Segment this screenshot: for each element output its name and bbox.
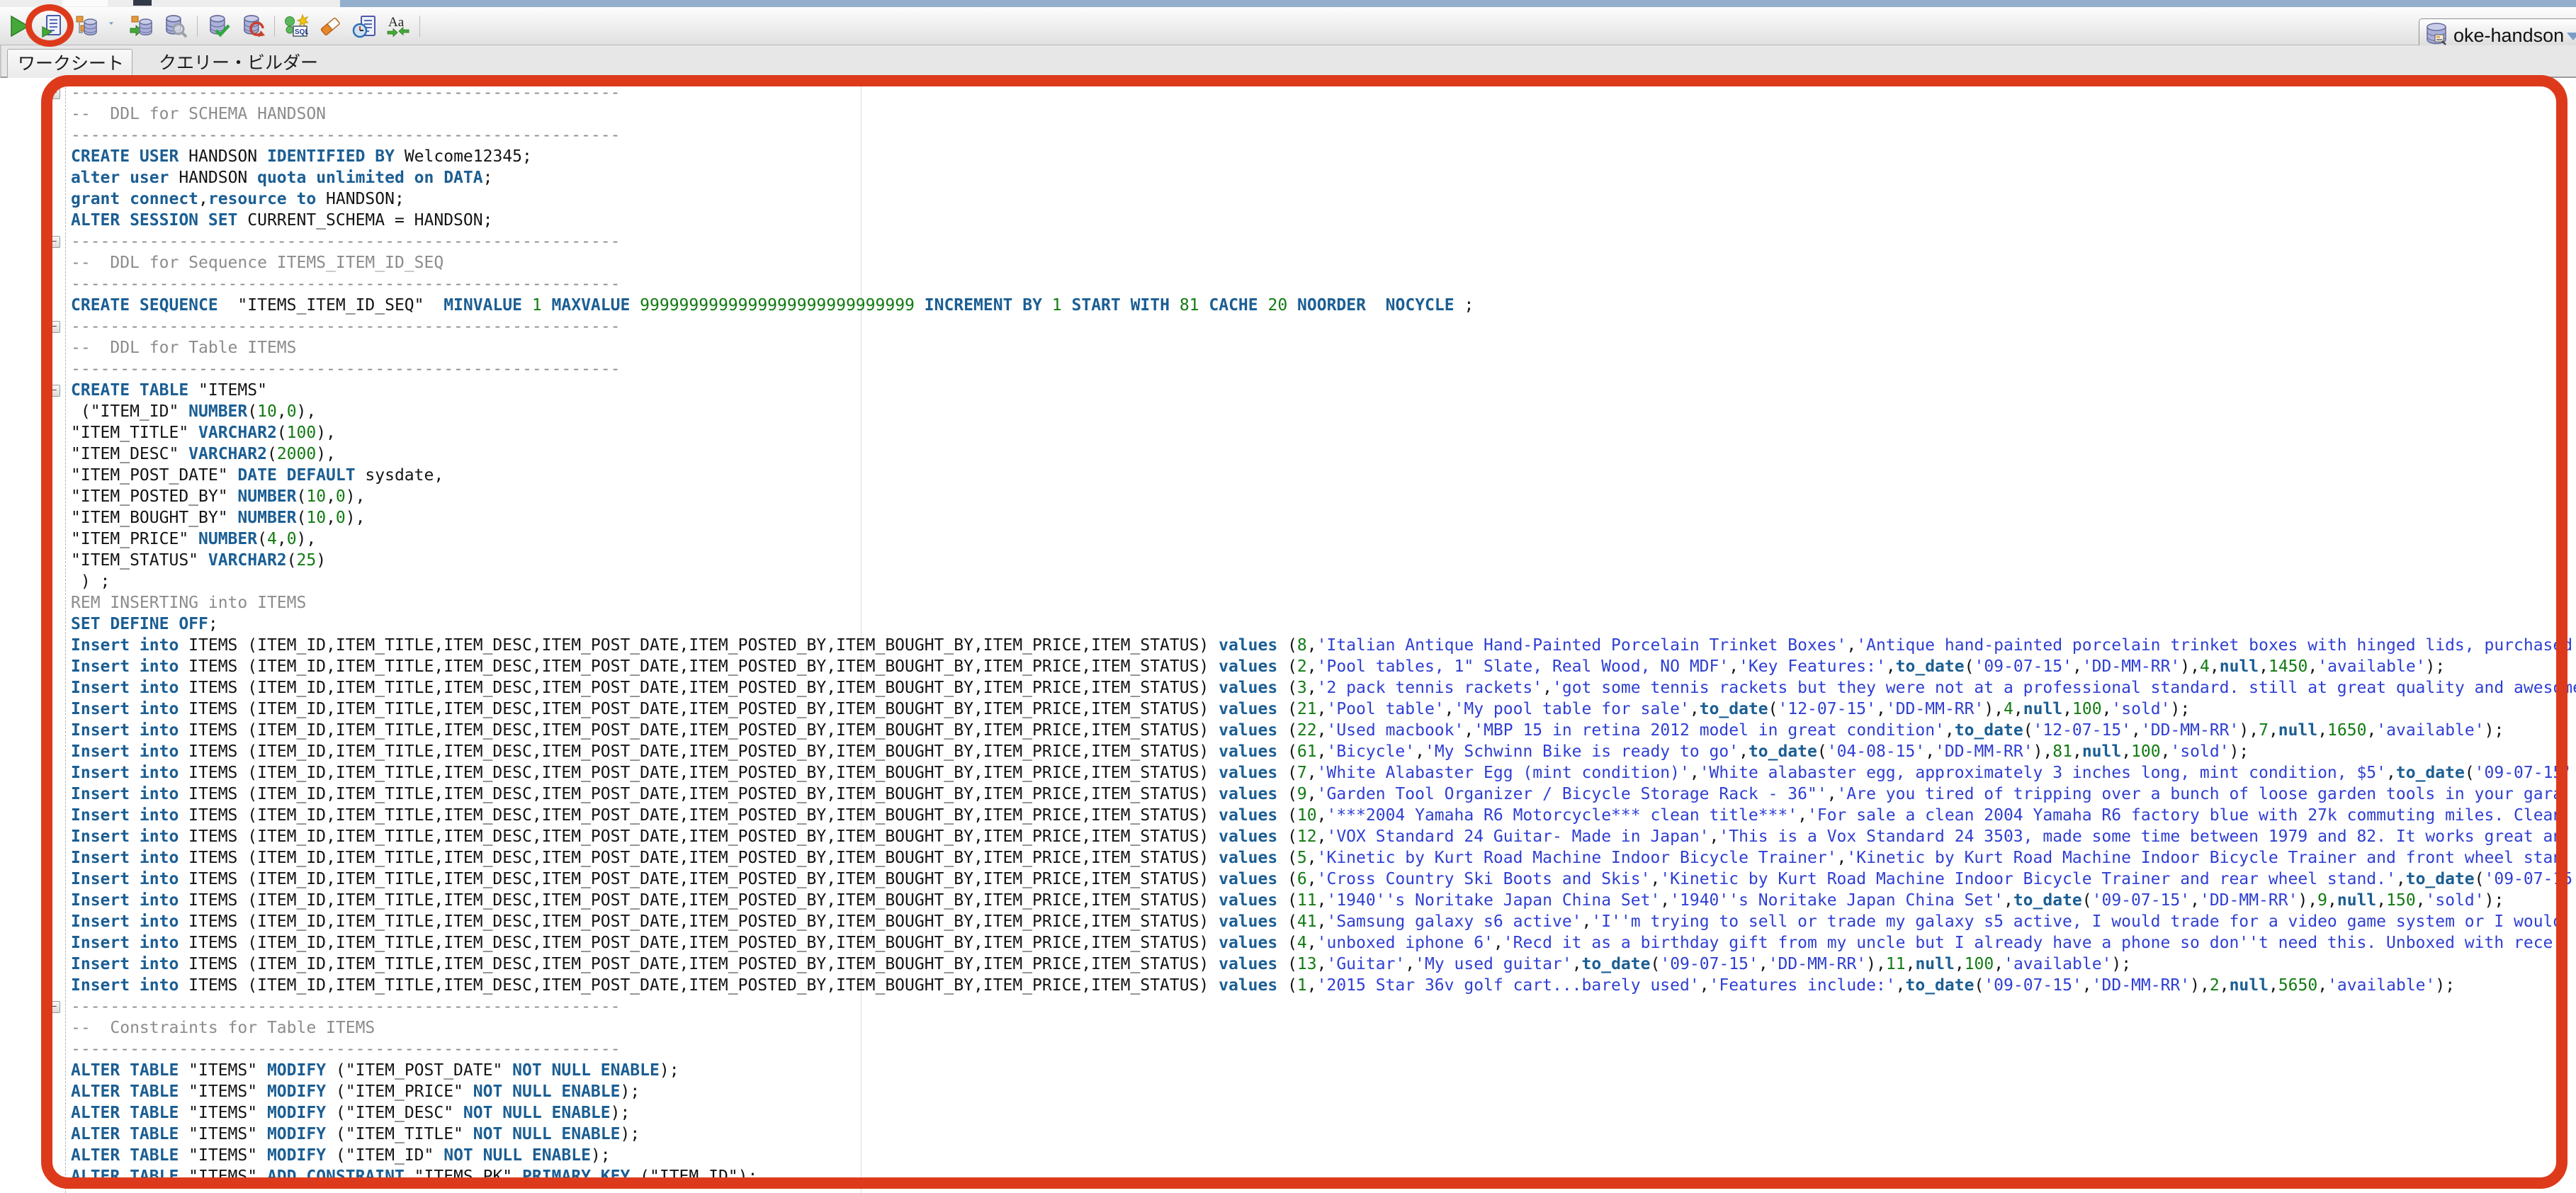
code-line: Insert into ITEMS (ITEM_ID,ITEM_TITLE,IT… bbox=[0, 762, 2576, 784]
code-line: Insert into ITEMS (ITEM_ID,ITEM_TITLE,IT… bbox=[0, 975, 2576, 996]
connection-name: oke-handson bbox=[2453, 25, 2564, 47]
code-fold-marker[interactable]: − bbox=[48, 321, 60, 333]
dropdown-arrow-icon[interactable] bbox=[108, 13, 120, 39]
code-line: REM INSERTING into ITEMS bbox=[0, 592, 2576, 614]
code-line: Insert into ITEMS (ITEM_ID,ITEM_TITLE,IT… bbox=[0, 890, 2576, 911]
code-line: Insert into ITEMS (ITEM_ID,ITEM_TITLE,IT… bbox=[0, 699, 2576, 720]
run-statement-icon[interactable] bbox=[6, 13, 31, 39]
code-line: Insert into ITEMS (ITEM_ID,ITEM_TITLE,IT… bbox=[0, 911, 2576, 932]
code-line: Insert into ITEMS (ITEM_ID,ITEM_TITLE,IT… bbox=[0, 741, 2576, 762]
toolbar: SQL Aa bbox=[0, 7, 2576, 45]
sql-worksheet-editor[interactable]: − ---------------------------------------… bbox=[0, 79, 2576, 1193]
svg-text:Aa: Aa bbox=[388, 15, 405, 30]
code-line: Insert into ITEMS (ITEM_ID,ITEM_TITLE,IT… bbox=[0, 677, 2576, 699]
code-line: ALTER TABLE "ITEMS" MODIFY ("ITEM_DESC" … bbox=[0, 1102, 2576, 1124]
autotrace-icon[interactable] bbox=[129, 13, 154, 39]
code-line: Insert into ITEMS (ITEM_ID,ITEM_TITLE,IT… bbox=[0, 826, 2576, 847]
explain-plan-icon[interactable] bbox=[74, 13, 99, 39]
code-line: ) ; bbox=[0, 571, 2576, 592]
toolbar-separator bbox=[197, 16, 198, 37]
sql-tuning-advisor-icon[interactable] bbox=[163, 13, 188, 39]
top-strip bbox=[0, 0, 2576, 7]
code-line: ----------------------------------------… bbox=[0, 1039, 2576, 1060]
code-line: ----------------------------------------… bbox=[0, 358, 2576, 380]
code-line: CREATE SEQUENCE "ITEMS_ITEM_ID_SEQ" MINV… bbox=[0, 295, 2576, 316]
worksheet-tabbar: ワークシート クエリー・ビルダー bbox=[0, 45, 2576, 78]
code-line: ALTER TABLE "ITEMS" MODIFY ("ITEM_TITLE"… bbox=[0, 1124, 2576, 1145]
toolbar-separator bbox=[274, 16, 275, 37]
code-line: Insert into ITEMS (ITEM_ID,ITEM_TITLE,IT… bbox=[0, 784, 2576, 805]
run-script-icon[interactable] bbox=[40, 13, 65, 39]
code-line: Insert into ITEMS (ITEM_ID,ITEM_TITLE,IT… bbox=[0, 869, 2576, 890]
code-line: −---------------------------------------… bbox=[0, 316, 2576, 337]
code-line: -- Constraints for Table ITEMS bbox=[0, 1017, 2576, 1039]
code-line: ----------------------------------------… bbox=[0, 273, 2576, 295]
code-line: CREATE USER HANDSON IDENTIFIED BY Welcom… bbox=[0, 146, 2576, 167]
code-line: −---------------------------------------… bbox=[0, 996, 2576, 1017]
code-line: ("ITEM_ID" NUMBER(10,0), bbox=[0, 401, 2576, 422]
top-strip-blue-bar bbox=[340, 0, 2576, 7]
code-line: −---------------------------------------… bbox=[0, 82, 2576, 103]
unshared-worksheet-icon[interactable]: SQL bbox=[283, 13, 309, 39]
code-line: ----------------------------------------… bbox=[0, 125, 2576, 146]
sql-history-icon[interactable] bbox=[351, 13, 377, 39]
code-line: "ITEM_STATUS" VARCHAR2(25) bbox=[0, 550, 2576, 571]
code-line: Insert into ITEMS (ITEM_ID,ITEM_TITLE,IT… bbox=[0, 847, 2576, 869]
code-line: Insert into ITEMS (ITEM_ID,ITEM_TITLE,IT… bbox=[0, 954, 2576, 975]
code-line: ALTER TABLE "ITEMS" MODIFY ("ITEM_PRICE"… bbox=[0, 1081, 2576, 1102]
code-line: ALTER TABLE "ITEMS" MODIFY ("ITEM_ID" NO… bbox=[0, 1145, 2576, 1166]
code-line: grant connect,resource to HANDSON; bbox=[0, 188, 2576, 210]
code-line: "ITEM_DESC" VARCHAR2(2000), bbox=[0, 443, 2576, 465]
code-line: Insert into ITEMS (ITEM_ID,ITEM_TITLE,IT… bbox=[0, 932, 2576, 954]
code-line: ALTER TABLE "ITEMS" MODIFY ("ITEM_POST_D… bbox=[0, 1060, 2576, 1081]
connection-dropdown-arrow[interactable] bbox=[2567, 33, 2576, 40]
code-fold-marker[interactable]: − bbox=[48, 385, 60, 397]
top-strip-tab-fragment bbox=[133, 0, 152, 6]
code-line: Insert into ITEMS (ITEM_ID,ITEM_TITLE,IT… bbox=[0, 720, 2576, 741]
code-line: −CREATE TABLE "ITEMS" bbox=[0, 380, 2576, 401]
tab-worksheet[interactable]: ワークシート bbox=[7, 49, 132, 78]
tab-query-builder[interactable]: クエリー・ビルダー bbox=[159, 49, 318, 78]
code-line: "ITEM_TITLE" VARCHAR2(100), bbox=[0, 422, 2576, 443]
code-line: SET DEFINE OFF; bbox=[0, 614, 2576, 635]
rollback-icon[interactable] bbox=[240, 13, 266, 39]
commit-icon[interactable] bbox=[206, 13, 232, 39]
code-line: "ITEM_POSTED_BY" NUMBER(10,0), bbox=[0, 486, 2576, 507]
clear-icon[interactable] bbox=[317, 13, 343, 39]
code-line: ALTER TABLE "ITEMS" ADD CONSTRAINT "ITEM… bbox=[0, 1166, 2576, 1187]
code-line: Insert into ITEMS (ITEM_ID,ITEM_TITLE,IT… bbox=[0, 635, 2576, 656]
toolbar-separator bbox=[419, 16, 420, 37]
code-line: Insert into ITEMS (ITEM_ID,ITEM_TITLE,IT… bbox=[0, 656, 2576, 677]
top-strip-fragment bbox=[62, 0, 108, 6]
code-line: −---------------------------------------… bbox=[0, 231, 2576, 252]
code-line: Insert into ITEMS (ITEM_ID,ITEM_TITLE,IT… bbox=[0, 805, 2576, 826]
code-line: -- DDL for Table ITEMS bbox=[0, 337, 2576, 358]
code-lines: − ---------------------------------------… bbox=[0, 82, 2576, 1187]
change-case-icon[interactable]: Aa bbox=[385, 13, 411, 39]
code-line: "ITEM_PRICE" NUMBER(4,0), bbox=[0, 528, 2576, 550]
code-fold-marker[interactable]: − bbox=[48, 1001, 60, 1013]
code-line: alter user HANDSON quota unlimited on DA… bbox=[0, 167, 2576, 188]
code-fold-marker[interactable]: − bbox=[48, 236, 60, 248]
code-line: ALTER SESSION SET CURRENT_SCHEMA = HANDS… bbox=[0, 210, 2576, 231]
svg-text:SQL: SQL bbox=[295, 28, 308, 36]
code-line: -- DDL for SCHEMA HANDSON bbox=[0, 103, 2576, 125]
code-fold-marker[interactable]: − bbox=[48, 87, 60, 99]
code-line: "ITEM_BOUGHT_BY" NUMBER(10,0), bbox=[0, 507, 2576, 528]
code-line: -- DDL for Sequence ITEMS_ITEM_ID_SEQ bbox=[0, 252, 2576, 273]
code-line: "ITEM_POST_DATE" DATE DEFAULT sysdate, bbox=[0, 465, 2576, 486]
